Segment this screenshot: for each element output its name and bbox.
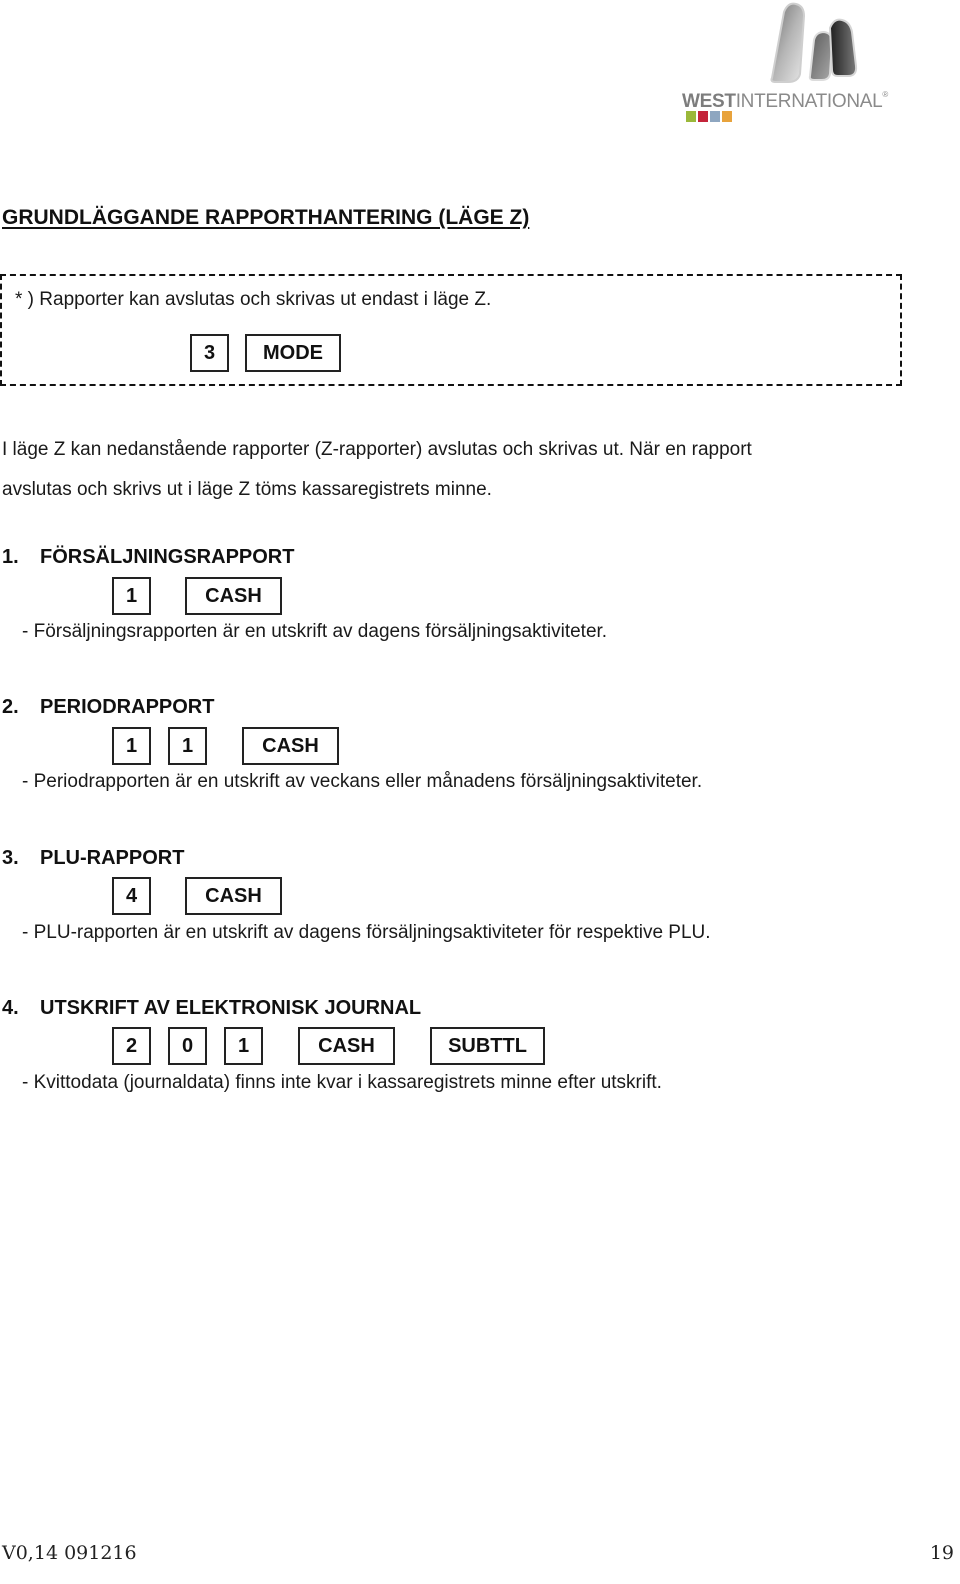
key-subttl: SUBTTL (430, 1027, 545, 1065)
key-1: 1 (112, 577, 151, 615)
note-text: * ) Rapporter kan avslutas och skrivas u… (15, 289, 492, 310)
note-key-sequence: 3 MODE (190, 334, 341, 372)
section-1-title: FÖRSÄLJNINGSRAPPORT (40, 546, 295, 568)
intro-line-1: I läge Z kan nedanstående rapporter (Z-r… (2, 439, 752, 460)
logo-square-orange-icon (722, 111, 732, 122)
intro-line-2: avslutas och skrivs ut i läge Z töms kas… (2, 479, 492, 500)
logo-square-green-icon (686, 111, 696, 122)
key-3: 3 (190, 334, 229, 372)
section-1-number: 1. (2, 546, 19, 568)
mode-note-box: * ) Rapporter kan avslutas och skrivas u… (0, 274, 902, 386)
logo-square-blue-icon (710, 111, 720, 122)
key-cash: CASH (185, 577, 282, 615)
section-3-title: PLU-RAPPORT (40, 847, 185, 869)
key-1: 1 (112, 727, 151, 765)
logo-brand-rest: INTERNATIONAL (735, 91, 883, 112)
key-cash: CASH (242, 727, 339, 765)
section-1-key-sequence: 1 CASH (112, 577, 282, 615)
page-title: GRUNDLÄGGANDE RAPPORTHANTERING (LÄGE Z) (2, 206, 530, 229)
key-0: 0 (168, 1027, 207, 1065)
section-4-number: 4. (2, 997, 19, 1019)
section-3-description: - PLU-rapporten är en utskrift av dagens… (22, 922, 711, 943)
key-cash: CASH (298, 1027, 395, 1065)
logo-brand-bold: WEST (682, 91, 736, 112)
section-2-number: 2. (2, 696, 19, 718)
key-4: 4 (112, 877, 151, 915)
intro-paragraph: I läge Z kan nedanstående rapporter (Z-r… (2, 430, 752, 510)
section-2-description: - Periodrapporten är en utskrift av veck… (22, 771, 703, 792)
section-2-title: PERIODRAPPORT (40, 696, 215, 718)
key-2: 2 (112, 1027, 151, 1065)
key-cash: CASH (185, 877, 282, 915)
section-4-heading: 4. UTSKRIFT AV ELEKTRONISK JOURNAL (2, 997, 421, 1020)
section-2-key-sequence: 1 1 CASH (112, 727, 339, 765)
logo-square-red-check-icon (698, 111, 708, 122)
section-1-description: - Försäljningsrapporten är en utskrift a… (22, 621, 608, 642)
section-3-key-sequence: 4 CASH (112, 877, 282, 915)
key-1: 1 (224, 1027, 263, 1065)
section-3-number: 3. (2, 847, 19, 869)
logo-graphic-icon (770, 2, 858, 83)
logo-color-squares (686, 111, 732, 122)
key-1: 1 (168, 727, 207, 765)
section-1-heading: 1. FÖRSÄLJNINGSRAPPORT (2, 546, 294, 569)
section-4-title: UTSKRIFT AV ELEKTRONISK JOURNAL (40, 997, 422, 1019)
logo-wordmark: WESTINTERNATIONAL® (682, 90, 888, 113)
section-4-description: - Kvittodata (journaldata) finns inte kv… (22, 1072, 662, 1093)
section-4-key-sequence: 2 0 1 CASH SUBTTL (112, 1027, 545, 1065)
registered-mark: ® (882, 90, 889, 99)
west-international-logo: WESTINTERNATIONAL® (682, 0, 897, 128)
footer-page-number: 19 (929, 1542, 954, 1564)
footer-version: V0,14 091216 (2, 1542, 137, 1564)
section-2-heading: 2. PERIODRAPPORT (2, 696, 214, 719)
section-3-heading: 3. PLU-RAPPORT (2, 847, 184, 870)
key-mode: MODE (245, 334, 341, 372)
